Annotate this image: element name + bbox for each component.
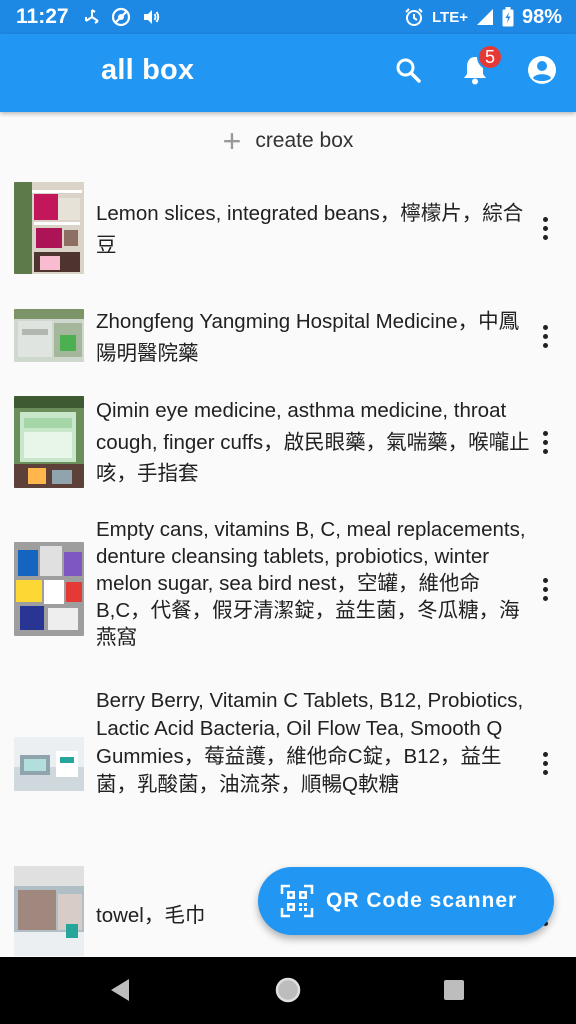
home-icon (274, 977, 302, 1008)
item-description: Lemon slices, integrated beans，檸檬片，綜合豆 (96, 202, 524, 257)
qr-code-icon (280, 884, 314, 918)
vpn-icon (111, 7, 131, 27)
notifications-button[interactable]: 5 (455, 44, 503, 92)
home-button[interactable] (274, 976, 302, 1009)
alarm-icon (404, 7, 424, 27)
box-thumbnail (14, 542, 84, 636)
more-vert-icon[interactable] (533, 208, 557, 248)
network-type: LTE+ (431, 8, 468, 26)
search-icon (394, 56, 422, 89)
create-box-button[interactable]: + create box (0, 112, 576, 170)
account-button[interactable] (522, 52, 562, 92)
list-item[interactable]: Berry Berry, Vitamin C Tablets, B12, Pro… (0, 687, 576, 843)
vibrate-icon (141, 7, 161, 27)
plus-icon: + (222, 123, 242, 159)
account-icon (526, 54, 558, 91)
recents-button[interactable] (443, 979, 465, 1006)
search-button[interactable] (388, 52, 428, 92)
qr-scanner-button[interactable]: QR Code scanner (258, 867, 554, 935)
qr-scanner-label: QR Code scanner (326, 889, 518, 912)
status-time: 11:27 (16, 5, 69, 28)
battery-level: 98% (521, 5, 562, 28)
more-vert-icon[interactable] (533, 569, 557, 609)
battery-icon (502, 7, 514, 27)
box-thumbnail (14, 737, 84, 791)
item-description: Berry Berry, Vitamin C Tablets, B12, Pro… (96, 689, 524, 796)
more-vert-icon[interactable] (533, 422, 557, 462)
box-thumbnail (14, 866, 84, 956)
notification-badge: 5 (477, 44, 503, 70)
create-box-label: create box (255, 129, 354, 152)
navigation-bar (0, 957, 576, 1024)
list-item[interactable]: Lemon slices, integrated beans，檸檬片，綜合豆 (0, 180, 576, 276)
list-item[interactable]: Qimin eye medicine, asthma medicine, thr… (0, 392, 576, 492)
more-vert-icon[interactable] (533, 743, 557, 783)
back-button[interactable] (108, 977, 132, 1008)
fan-icon (83, 8, 101, 26)
item-description: Zhongfeng Yangming Hospital Medicine，中鳳陽… (96, 310, 520, 365)
item-description: Empty cans, vitamins B, C, meal replacem… (96, 518, 526, 649)
status-bar: 11:27 LTE+ 98% (0, 0, 576, 34)
page-title: all box (101, 54, 195, 86)
item-description: Qimin eye medicine, asthma medicine, thr… (96, 399, 530, 485)
box-thumbnail (14, 182, 84, 274)
list-item[interactable]: Zhongfeng Yangming Hospital Medicine，中鳳陽… (0, 306, 576, 370)
recents-icon (443, 980, 465, 1005)
back-icon (108, 979, 132, 1007)
app-bar: all box 5 (0, 34, 576, 112)
box-thumbnail (14, 309, 84, 362)
signal-icon (476, 8, 494, 26)
more-vert-icon[interactable] (533, 316, 557, 356)
box-thumbnail (14, 396, 84, 488)
list-item[interactable]: Empty cans, vitamins B, C, meal replacem… (0, 516, 576, 664)
